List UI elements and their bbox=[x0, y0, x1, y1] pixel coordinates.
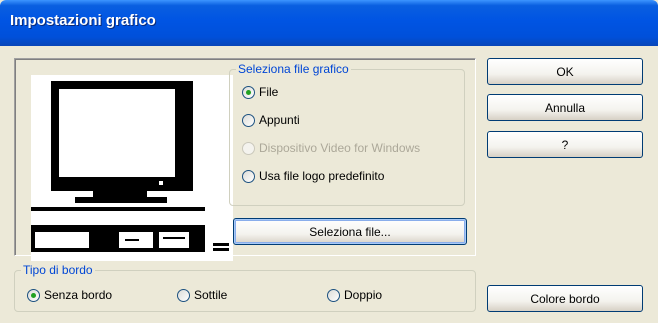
radio-video-device-indicator bbox=[242, 141, 255, 155]
help-button[interactable]: ? bbox=[487, 131, 643, 158]
border-type-group: Tipo di bordo Senza bordo Sottile Doppio bbox=[14, 263, 476, 312]
border-color-button[interactable]: Colore bordo bbox=[487, 285, 643, 312]
radio-double-border-label: Doppio bbox=[344, 288, 383, 302]
radio-clipboard-label: Appunti bbox=[259, 113, 300, 127]
radio-default-logo-indicator[interactable] bbox=[242, 169, 255, 183]
radio-video-device-label: Dispositivo Video for Windows bbox=[259, 141, 421, 155]
file-source-legend: Seleziona file grafico bbox=[236, 62, 351, 76]
computer-monitor-icon bbox=[31, 81, 229, 252]
select-file-button[interactable]: Seleziona file... bbox=[233, 218, 467, 245]
radio-default-logo[interactable]: Usa file logo predefinito bbox=[242, 169, 384, 183]
radio-thin-border-indicator[interactable] bbox=[177, 288, 190, 302]
cancel-button[interactable]: Annulla bbox=[487, 94, 643, 121]
preview-frame: Seleziona file grafico File Appunti Disp… bbox=[14, 58, 476, 261]
radio-double-border-indicator[interactable] bbox=[327, 288, 340, 302]
dialog-client: Seleziona file grafico File Appunti Disp… bbox=[0, 46, 658, 323]
radio-file-indicator[interactable] bbox=[242, 85, 255, 99]
border-type-legend: Tipo di bordo bbox=[21, 263, 95, 277]
radio-file-label: File bbox=[259, 85, 279, 99]
radio-no-border-label: Senza bordo bbox=[44, 288, 113, 302]
radio-default-logo-label: Usa file logo predefinito bbox=[259, 169, 385, 183]
radio-clipboard[interactable]: Appunti bbox=[242, 113, 300, 127]
radio-thin-border-label: Sottile bbox=[194, 288, 228, 302]
radio-video-device: Dispositivo Video for Windows bbox=[242, 141, 420, 155]
radio-thin-border[interactable]: Sottile bbox=[177, 288, 227, 302]
radio-double-border[interactable]: Doppio bbox=[327, 288, 382, 302]
title-bar[interactable]: Impostazioni grafico bbox=[0, 0, 658, 46]
radio-file[interactable]: File bbox=[242, 85, 278, 99]
ok-button[interactable]: OK bbox=[487, 58, 643, 85]
radio-no-border-indicator[interactable] bbox=[27, 288, 40, 302]
radio-no-border[interactable]: Senza bordo bbox=[27, 288, 112, 302]
window-title: Impostazioni grafico bbox=[10, 12, 156, 29]
dialog-window: Impostazioni grafico Seleziona file graf… bbox=[0, 0, 658, 323]
preview-image bbox=[31, 75, 233, 261]
radio-clipboard-indicator[interactable] bbox=[242, 113, 255, 127]
file-source-group: Seleziona file grafico File Appunti Disp… bbox=[229, 62, 465, 206]
